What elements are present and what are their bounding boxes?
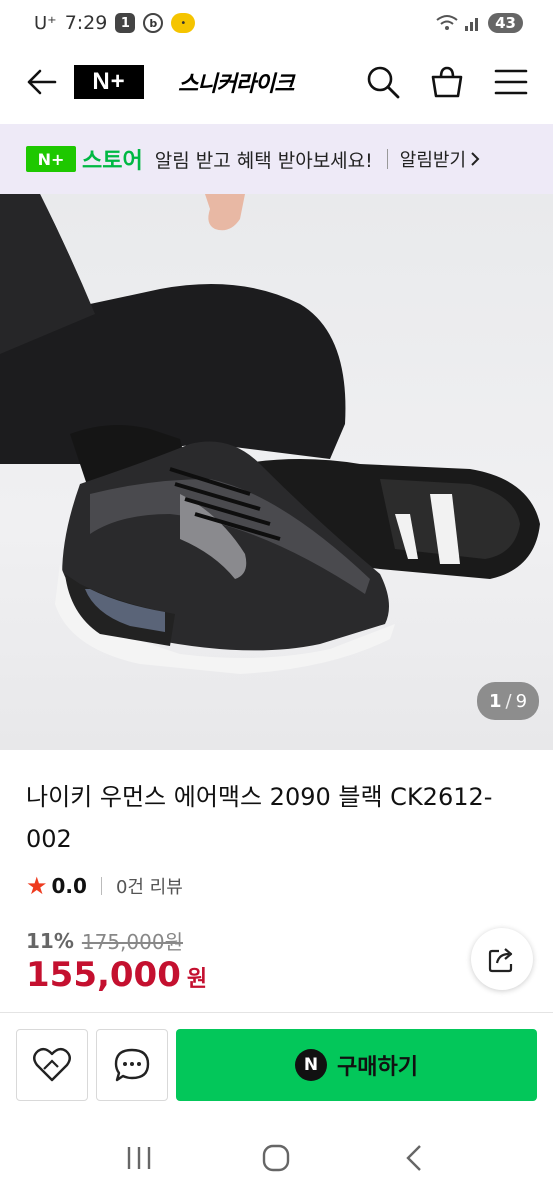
cart-button[interactable] <box>429 64 465 100</box>
star-icon: ★ <box>26 872 48 900</box>
wishlist-button[interactable] <box>16 1029 88 1101</box>
buy-label: 구매하기 <box>337 1055 418 1080</box>
recent-apps-icon <box>127 1147 151 1169</box>
discount-rate: 11% <box>26 928 74 953</box>
heart-icon <box>33 1047 71 1082</box>
price-row: 155,000 원 <box>26 955 207 995</box>
status-bar: U⁺ 7:29 1 b • 43 <box>0 0 553 46</box>
home-icon <box>263 1144 290 1172</box>
subscribe-label: 알림받기 <box>399 150 467 171</box>
sale-price: 155,000 <box>26 955 181 995</box>
system-back-button[interactable] <box>396 1140 432 1176</box>
original-price: 175,000원 <box>81 930 183 954</box>
naver-pay-icon: N <box>295 1049 328 1081</box>
banner-store-label: 스토어 <box>82 149 143 174</box>
carrier-label: U⁺ <box>34 12 57 34</box>
subscribe-link[interactable]: 알림받기 <box>400 146 480 172</box>
product-image-gallery[interactable]: 1 / 9 <box>0 194 553 750</box>
search-button[interactable] <box>365 64 401 100</box>
store-logo[interactable]: 스니커라이크 <box>178 66 294 98</box>
divider <box>386 149 388 169</box>
rating-row[interactable]: ★ 0.0 0건 리뷰 <box>26 872 183 900</box>
back-arrow-icon <box>27 69 57 95</box>
chat-icon <box>114 1048 150 1082</box>
search-icon <box>367 66 400 99</box>
talk-button[interactable] <box>96 1029 168 1101</box>
banner-message: 알림 받고 혜택 받아보세요! <box>154 149 373 172</box>
chevron-right-icon <box>471 152 480 166</box>
discount-row: 11% 175,000원 <box>26 926 183 955</box>
image-counter: 1 / 9 <box>477 682 539 720</box>
product-title: 나이키 우먼스 에어맥스 2090 블랙 CK2612-002 <box>26 783 493 853</box>
buy-button[interactable]: N 구매하기 <box>176 1029 537 1101</box>
purchase-bar: N 구매하기 <box>0 1012 553 1116</box>
rating-score: 0.0 <box>51 874 87 898</box>
image-current: 1 <box>488 690 502 712</box>
menu-button[interactable] <box>493 64 529 100</box>
home-button[interactable] <box>258 1140 294 1176</box>
divider <box>100 877 102 895</box>
battery-indicator: 43 <box>488 13 523 33</box>
recent-apps-button[interactable] <box>121 1140 157 1176</box>
top-nav: N+ 스니커라이크 <box>0 52 553 112</box>
currency-label: 원 <box>186 967 208 992</box>
wifi-icon <box>436 15 458 30</box>
basket-icon <box>431 66 463 98</box>
signal-icon <box>465 18 479 31</box>
app-notification-icon: b <box>143 13 164 33</box>
clock: 7:29 <box>64 12 108 34</box>
back-icon <box>406 1145 421 1171</box>
image-separator: / <box>505 690 512 712</box>
back-button[interactable] <box>24 64 60 100</box>
naver-plus-badge: N+ <box>26 146 76 172</box>
menu-icon <box>494 69 528 95</box>
share-button[interactable] <box>471 928 533 990</box>
image-total: 9 <box>515 690 528 712</box>
notification-icon: 1 <box>115 13 136 33</box>
notification-banner[interactable]: N+ 스토어 알림 받고 혜택 받아보세요! 알림받기 <box>0 124 553 194</box>
share-icon <box>488 948 513 973</box>
product-photo <box>0 194 540 674</box>
app-notification-icon-2: • <box>171 13 196 33</box>
naver-plus-logo[interactable]: N+ <box>74 65 144 99</box>
review-count-link[interactable]: 0건 리뷰 <box>116 873 183 899</box>
system-nav-bar <box>0 1116 553 1200</box>
